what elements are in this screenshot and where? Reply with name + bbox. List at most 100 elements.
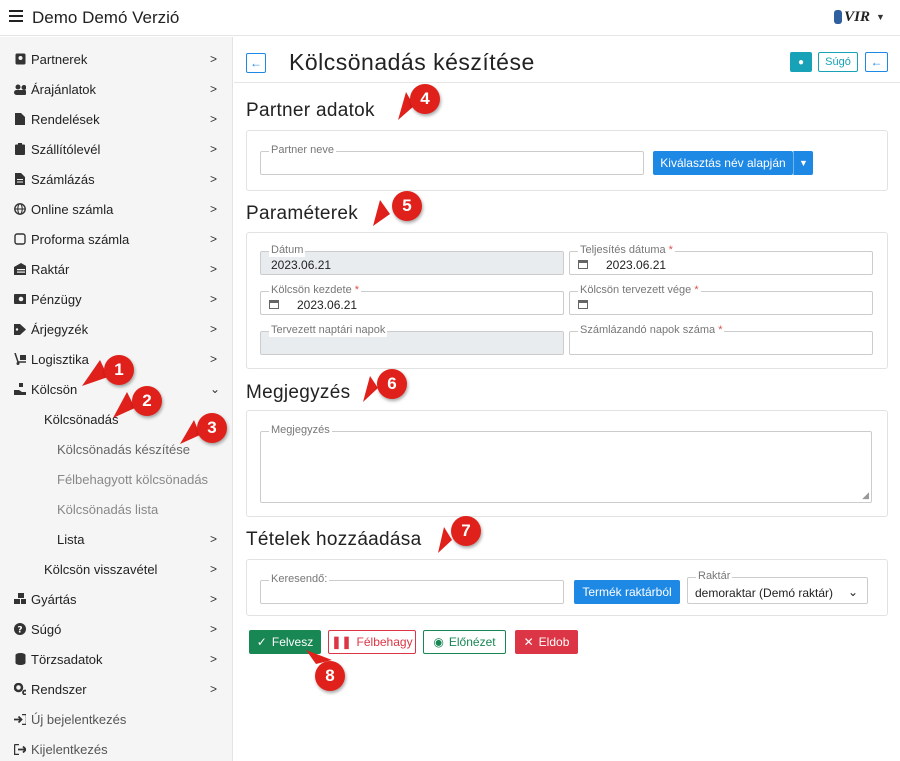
date-label: Dátum bbox=[269, 243, 306, 257]
sidebar-item-label: Rendszer bbox=[31, 681, 87, 697]
sidebar-item-szamlazas[interactable]: Számlázás > bbox=[0, 164, 233, 194]
cogs-icon bbox=[14, 683, 26, 695]
sidebar-item-uj-bejelentkezes[interactable]: Új bejelentkezés bbox=[0, 704, 233, 734]
completion-date-field[interactable]: Teljesítés dátuma * 2023.06.21 bbox=[569, 243, 873, 275]
billable-days-field[interactable]: Számlázandó napok száma * bbox=[569, 323, 873, 355]
arrow-left-icon: ← bbox=[250, 56, 262, 70]
back-button[interactable]: ← bbox=[246, 53, 266, 73]
discard-button[interactable]: ✕ Eldob bbox=[515, 630, 578, 654]
partner-name-field[interactable]: Partner neve bbox=[260, 143, 644, 175]
sidebar-item-label: Súgó bbox=[31, 621, 62, 637]
sidebar-item-label: Kölcsönadás lista bbox=[57, 501, 159, 517]
sidebar-item-label: Kijelentkezés bbox=[31, 741, 108, 757]
date-field: Dátum 2023.06.21 bbox=[260, 243, 564, 275]
svg-text:?: ? bbox=[17, 626, 22, 636]
product-from-stock-button[interactable]: Termék raktárból bbox=[574, 580, 680, 604]
resize-handle-icon[interactable]: ◢ bbox=[862, 490, 869, 501]
sidebar-item-penzugy[interactable]: Pénzügy > bbox=[0, 284, 233, 314]
company-logo[interactable]: VIR bbox=[834, 6, 870, 28]
sidebar-item-rendszer[interactable]: Rendszer > bbox=[0, 674, 233, 704]
sidebar-item-gyartas[interactable]: Gyártás > bbox=[0, 584, 233, 614]
note-card: Megjegyzés ◢ bbox=[246, 410, 888, 517]
warehouse-value: demoraktar (Demó raktár) bbox=[695, 586, 834, 600]
sidebar-item-rendelesek[interactable]: Rendelések > bbox=[0, 104, 233, 134]
help-button[interactable]: Súgó bbox=[818, 52, 858, 72]
loan-start-value: 2023.06.21 bbox=[297, 298, 358, 312]
section-title-params: Paraméterek bbox=[246, 203, 359, 224]
loan-start-field[interactable]: Kölcsön kezdete * 2023.06.21 bbox=[260, 283, 564, 315]
app-title: Demo Demó Verzió bbox=[32, 8, 180, 27]
clipboard-icon bbox=[14, 143, 26, 155]
select-dropdown-caret-icon[interactable]: ▼ bbox=[793, 151, 813, 175]
address-card-icon bbox=[14, 53, 26, 65]
tags-icon bbox=[14, 323, 26, 335]
chevron-right-icon: > bbox=[210, 82, 218, 96]
sidebar-item-label: Kölcsönadás bbox=[44, 411, 119, 427]
pause-label: Félbehagy bbox=[356, 635, 413, 649]
sidebar-item-label: Rendelések bbox=[31, 111, 100, 127]
sidebar-item-kolcson-visszavetel[interactable]: Kölcsön visszavétel > bbox=[0, 554, 233, 584]
sidebar-item-lista[interactable]: Lista > bbox=[0, 524, 233, 554]
calendar-icon bbox=[578, 260, 588, 269]
loan-end-field[interactable]: Kölcsön tervezett vége * bbox=[569, 283, 873, 315]
sidebar-item-label: Törzsadatok bbox=[31, 651, 103, 667]
sidebar-item-felbehagyott[interactable]: Félbehagyott kölcsönadás bbox=[0, 464, 233, 494]
chevron-right-icon: > bbox=[210, 142, 218, 156]
callout-marker-3: 3 bbox=[197, 413, 227, 443]
sidebar-item-kolcsonadas-keszitese[interactable]: Kölcsönadás készítése bbox=[0, 434, 233, 464]
main-content: ← Kölcsönadás készítése ● Súgó ← Partner… bbox=[234, 37, 900, 761]
chevron-right-icon: > bbox=[210, 172, 218, 186]
sidebar-item-szallitolevel[interactable]: Szállítólevél > bbox=[0, 134, 233, 164]
header-back-button[interactable]: ← bbox=[865, 52, 888, 72]
callout-marker-5: 5 bbox=[392, 191, 422, 221]
eye-icon: ◉ bbox=[433, 635, 444, 649]
pause-button[interactable]: ❚❚ Félbehagy bbox=[328, 630, 416, 654]
sidebar-item-kolcsonadas-lista[interactable]: Kölcsönadás lista bbox=[0, 494, 233, 524]
section-title-items: Tételek hozzáadása bbox=[246, 529, 422, 550]
sidebar-item-torzsadatok[interactable]: Törzsadatok > bbox=[0, 644, 233, 674]
file-icon bbox=[14, 113, 26, 125]
sidebar-item-proforma[interactable]: Proforma számla > bbox=[0, 224, 233, 254]
section-title-partner: Partner adatok bbox=[246, 100, 375, 121]
chevron-right-icon: > bbox=[210, 352, 218, 366]
sidebar-item-kijelentkezes[interactable]: Kijelentkezés bbox=[0, 734, 233, 761]
sidebar-item-label: Logisztika bbox=[31, 351, 89, 367]
arrow-left-icon: ← bbox=[870, 55, 883, 69]
sidebar-item-label: Lista bbox=[57, 531, 85, 547]
sidebar-item-label: Proforma számla bbox=[31, 231, 130, 247]
partner-card: Partner neve Kiválasztás név alapján ▼ bbox=[246, 130, 888, 191]
check-icon: ✓ bbox=[256, 635, 267, 649]
page-header: ← Kölcsönadás készítése ● Súgó ← bbox=[234, 37, 900, 83]
chevron-right-icon: > bbox=[210, 532, 218, 546]
caret-down-icon[interactable]: ▼ bbox=[876, 12, 885, 22]
hamburger-menu-icon[interactable] bbox=[9, 10, 23, 24]
callout-marker-2: 2 bbox=[132, 386, 162, 416]
sidebar-item-sugo[interactable]: ? Súgó > bbox=[0, 614, 233, 644]
planned-days-field: Tervezett naptári napok bbox=[260, 323, 564, 355]
sidebar-item-partnerek[interactable]: Partnerek > bbox=[0, 44, 233, 74]
top-bar: Demo Demó Verzió VIR ▼ bbox=[0, 0, 900, 36]
sidebar-item-arajanlatok[interactable]: Árajánlatok > bbox=[0, 74, 233, 104]
select-by-name-button[interactable]: Kiválasztás név alapján bbox=[653, 151, 793, 175]
close-icon: ✕ bbox=[523, 635, 534, 649]
save-button[interactable]: ✓ Felvesz bbox=[249, 630, 321, 654]
preview-button[interactable]: ◉ Előnézet bbox=[423, 630, 506, 654]
sidebar-item-label: Szállítólevél bbox=[31, 141, 101, 157]
loan-start-label: Kölcsön kezdete * bbox=[269, 283, 362, 297]
completion-date-label: Teljesítés dátuma * bbox=[578, 243, 675, 257]
chevron-down-icon: ⌄ bbox=[210, 382, 221, 396]
chevron-right-icon: > bbox=[210, 622, 218, 636]
sidebar-item-raktar[interactable]: Raktár > bbox=[0, 254, 233, 284]
question-circle-icon: ? bbox=[14, 623, 26, 635]
chat-button[interactable]: ● bbox=[790, 52, 812, 72]
invoice-icon bbox=[14, 173, 26, 185]
params-card: Dátum 2023.06.21 Teljesítés dátuma * 202… bbox=[246, 232, 888, 369]
chevron-right-icon: > bbox=[210, 292, 218, 306]
callout-marker-4: 4 bbox=[410, 84, 440, 114]
billable-days-label: Számlázandó napok száma * bbox=[578, 323, 725, 337]
sidebar-item-arjegyzek[interactable]: Árjegyzék > bbox=[0, 314, 233, 344]
warehouse-select[interactable]: Raktár demoraktar (Demó raktár) ⌄ bbox=[687, 569, 868, 604]
note-textarea[interactable]: Megjegyzés ◢ bbox=[260, 423, 872, 503]
search-input[interactable]: Keresendő: bbox=[260, 572, 564, 604]
sidebar-item-online-szamla[interactable]: Online számla > bbox=[0, 194, 233, 224]
